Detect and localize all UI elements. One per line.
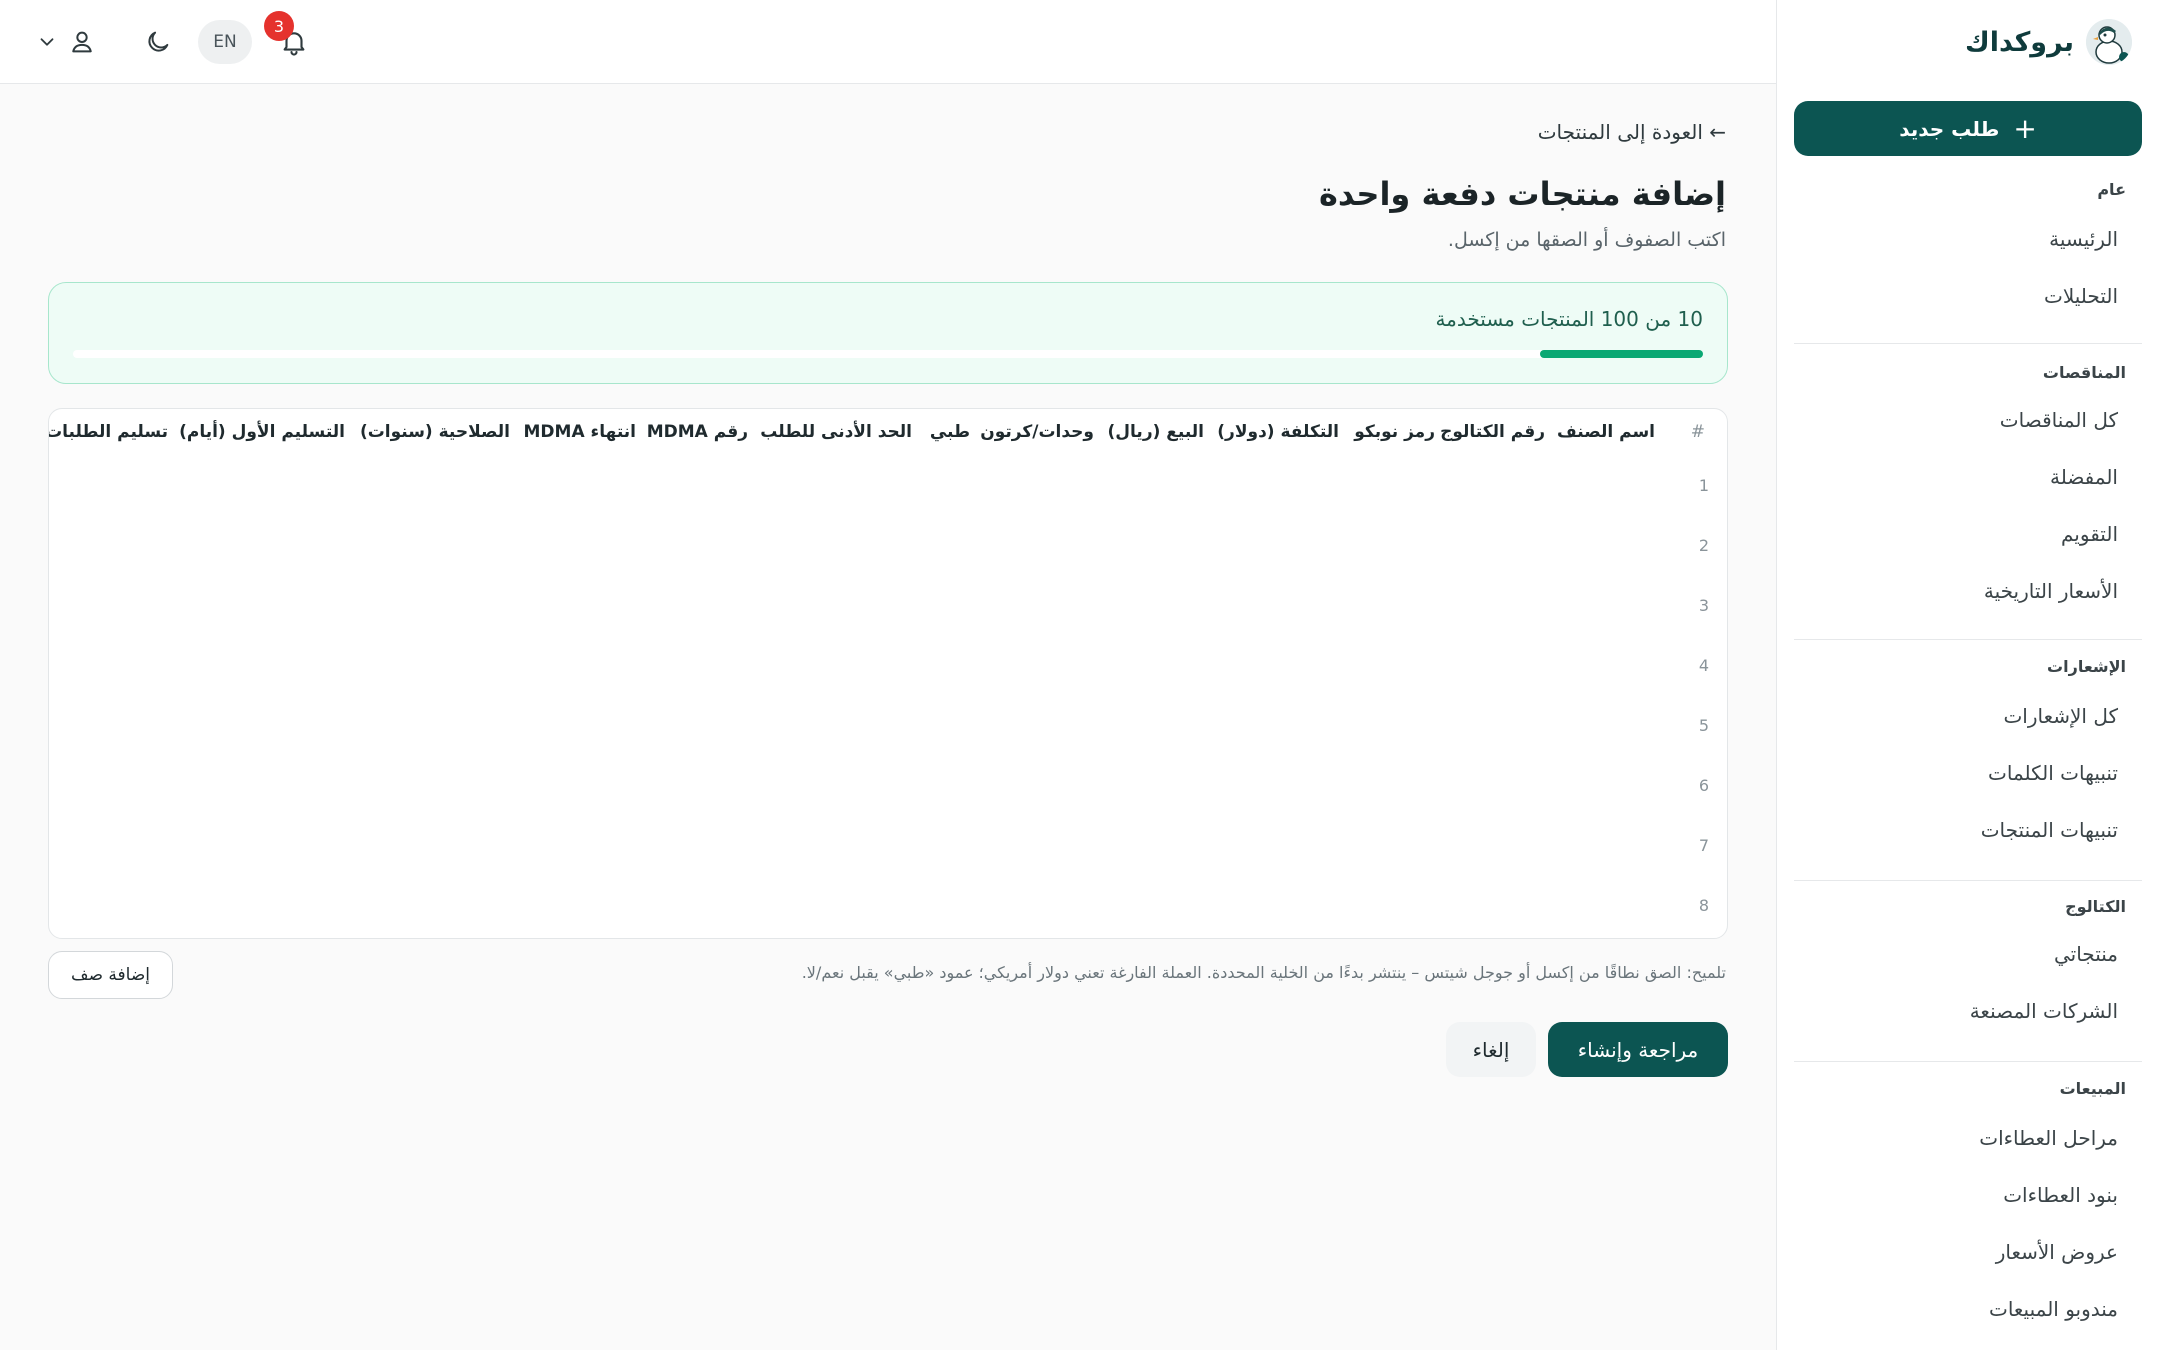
nav-divider [1794, 1061, 2142, 1062]
column-header-order-delivery-days: تسليم الطلبات (أيام) [48, 422, 168, 442]
page-title: إضافة منتجات دفعة واحدة [1319, 175, 1726, 213]
moon-icon[interactable] [136, 20, 180, 64]
brand-name: بروكداك [1964, 26, 2074, 58]
column-header-first-delivery-days: التسليم الأول (أيام) [179, 422, 345, 442]
nav-section-sales: المبيعات [2059, 1079, 2126, 1098]
column-header-item-name: اسم الصنف [1557, 422, 1655, 442]
language-toggle-button[interactable]: EN [198, 20, 252, 64]
sidebar-item-keyword-alerts[interactable]: تنبيهات الكلمات [1988, 761, 2118, 785]
page-subtitle: اكتب الصفوف أو الصقها من إكسل. [1447, 229, 1726, 251]
nav-section-tenders: المناقصات [2042, 363, 2126, 382]
sidebar-item-all-notifications[interactable]: كل الإشعارات [2003, 704, 2118, 728]
column-header-mdma-expiry: انتهاء MDMA [523, 422, 636, 442]
nav-section-catalog: الكتالوج [2065, 897, 2126, 916]
nav-divider [1794, 639, 2142, 640]
row-number: 2 [1698, 536, 1710, 555]
column-header-catalog-number: رقم الكتالوج [1440, 422, 1545, 442]
paste-hint: تلميح: الصق نطاقًا من إكسل أو جوجل شيتس … [801, 963, 1726, 982]
sidebar: بروكداك + طلب جديد عام الرئيسية التحليلا… [1776, 0, 2160, 1350]
row-number: 1 [1698, 476, 1710, 495]
column-header-min-order: الحد الأدنى للطلب [760, 422, 912, 442]
usage-text: 10 من 100 المنتجات مستخدمة [1435, 307, 1703, 331]
column-header-sale-sar: البيع (ريال) [1107, 422, 1204, 442]
nav-section-general: عام [2097, 180, 2126, 199]
usage-progress-fill [1540, 350, 1703, 358]
row-number: 4 [1698, 656, 1710, 675]
column-header-shelf-life-years: الصلاحية (سنوات) [359, 422, 510, 442]
row-number: 7 [1698, 836, 1710, 855]
back-to-products-link[interactable]: ← العودة إلى المنتجات [1538, 120, 1726, 144]
sidebar-item-favorites[interactable]: المفضلة [2050, 465, 2118, 489]
sidebar-item-product-alerts[interactable]: تنبيهات المنتجات [1981, 818, 2118, 842]
column-header-units-per-carton: وحدات/كرتون [980, 422, 1094, 442]
row-number: 8 [1698, 896, 1710, 915]
new-order-label: طلب جديد [1899, 116, 2000, 141]
row-number: 3 [1698, 596, 1710, 615]
user-icon[interactable] [64, 20, 100, 64]
column-header-index: # [1690, 422, 1705, 442]
nav-section-notifications: الإشعارات [2047, 657, 2126, 676]
sidebar-item-bid-items[interactable]: بنود العطاءات [2003, 1183, 2118, 1207]
row-number: 5 [1698, 716, 1710, 735]
add-row-button[interactable]: إضافة صف [48, 951, 173, 999]
review-and-create-button[interactable]: مراجعة وإنشاء [1548, 1022, 1728, 1077]
sidebar-item-analytics[interactable]: التحليلات [2044, 284, 2118, 308]
notifications-count-badge: 3 [264, 11, 294, 41]
sidebar-item-sales-reps[interactable]: مندوبو المبيعات [1989, 1297, 2118, 1321]
sidebar-item-my-products[interactable]: منتجاتي [2054, 942, 2118, 966]
row-number: 6 [1698, 776, 1710, 795]
duck-logo-icon [2086, 19, 2132, 65]
sidebar-item-manufacturers[interactable]: الشركات المصنعة [1970, 999, 2118, 1023]
sidebar-item-quotations[interactable]: عروض الأسعار [1996, 1240, 2118, 1264]
column-header-cost-usd: التكلفة (دولار) [1217, 422, 1339, 442]
sidebar-item-historical-prices[interactable]: الأسعار التاريخية [1984, 579, 2118, 603]
sidebar-item-home[interactable]: الرئيسية [2049, 227, 2118, 251]
usage-progress-track [73, 350, 1703, 358]
column-header-mdma-number: رقم MDMA [646, 422, 748, 442]
column-header-medical: طبي [929, 422, 970, 442]
cancel-button[interactable]: إلغاء [1446, 1022, 1536, 1077]
plus-icon: + [2013, 111, 2037, 145]
grid-header: # اسم الصنف رقم الكتالوج رمز نوبكو التكل… [48, 409, 1727, 455]
column-header-nupco-code: رمز نوبكو [1354, 422, 1435, 442]
new-order-button[interactable]: + طلب جديد [1794, 101, 2142, 156]
sidebar-item-calendar[interactable]: التقويم [2061, 522, 2118, 546]
nav-divider [1794, 880, 2142, 881]
product-usage-card: 10 من 100 المنتجات مستخدمة [48, 282, 1728, 384]
topbar: 3 EN [0, 0, 1776, 84]
nav-divider [1794, 343, 2142, 344]
brand[interactable]: بروكداك [1965, 16, 2132, 68]
sidebar-item-all-tenders[interactable]: كل المناقصات [2000, 408, 2118, 432]
bulk-products-grid[interactable]: # اسم الصنف رقم الكتالوج رمز نوبكو التكل… [48, 408, 1728, 939]
chevron-down-icon[interactable] [34, 20, 60, 64]
sidebar-item-bid-stages[interactable]: مراحل العطاءات [1979, 1126, 2118, 1150]
